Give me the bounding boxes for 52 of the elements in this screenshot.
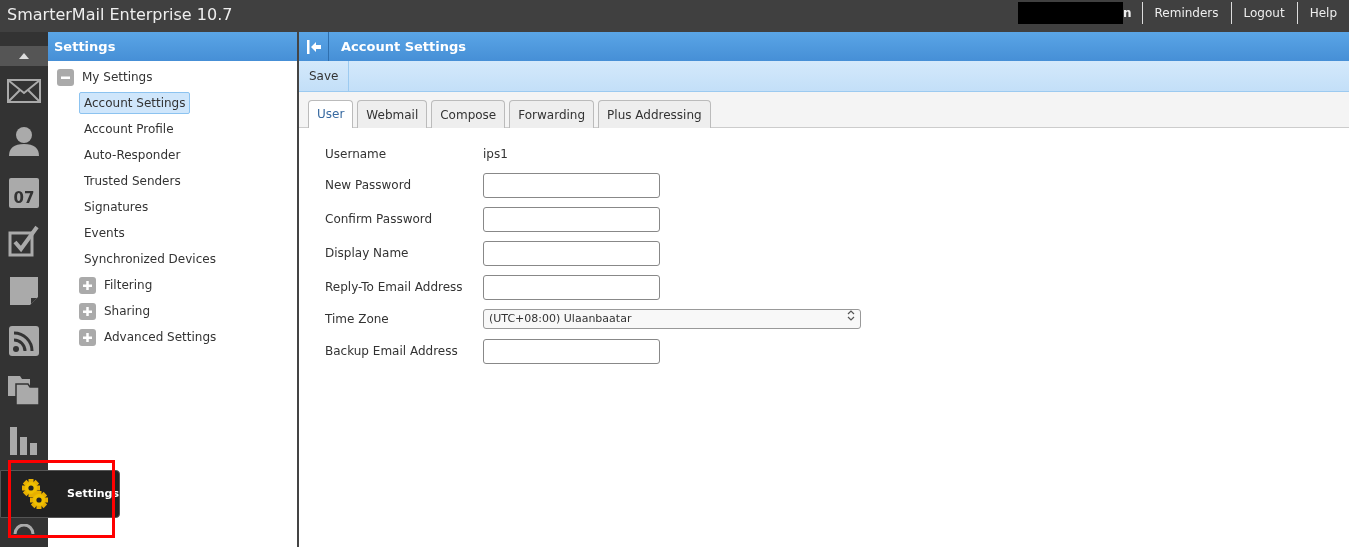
field-label: Backup Email Address: [325, 343, 459, 360]
save-button[interactable]: Save: [299, 61, 350, 91]
input-field[interactable]: [483, 206, 660, 232]
up-arrow-icon: [19, 53, 29, 59]
tree-item[interactable]: Trusted Senders: [79, 170, 186, 192]
time-zone-select[interactable]: (UTC+08:00) Ulaanbaatar: [483, 309, 861, 329]
field-label: Reply-To Email Address: [325, 279, 464, 296]
rss-icon[interactable]: [9, 326, 39, 356]
calendar-icon[interactable]: 07: [9, 178, 39, 208]
field-label: Username: [325, 146, 388, 163]
folders-icon[interactable]: [8, 376, 40, 406]
tree-item[interactable]: Account Profile: [79, 118, 179, 140]
input-field[interactable]: [483, 240, 660, 266]
select-arrows-icon: [847, 310, 855, 321]
tab[interactable]: Compose: [431, 100, 506, 128]
person-icon[interactable]: [7, 126, 41, 156]
collapse-arrow-icon: [306, 39, 321, 54]
calendar-day: 07: [13, 188, 35, 208]
user-name[interactable]: n: [1123, 4, 1142, 22]
tree-node[interactable]: My Settings: [82, 68, 153, 86]
panel-header: Settings: [48, 32, 297, 61]
field-label: Display Name: [325, 245, 410, 262]
field-label: New Password: [325, 177, 413, 194]
field-label: Time Zone: [325, 311, 390, 328]
field-label: Confirm Password: [325, 211, 434, 228]
input-field[interactable]: [483, 172, 660, 198]
tab[interactable]: Plus Addressing: [598, 100, 711, 128]
input-field[interactable]: [483, 274, 660, 300]
top-link[interactable]: Reminders: [1141, 2, 1231, 24]
tree-node[interactable]: Filtering: [104, 276, 153, 294]
gears-icon[interactable]: [22, 479, 49, 509]
scroll-up-button[interactable]: [0, 46, 48, 66]
top-link[interactable]: Help: [1296, 2, 1349, 24]
tree-item[interactable]: Signatures: [79, 196, 154, 218]
tab[interactable]: Webmail: [357, 100, 428, 128]
panel-title: Account Settings: [340, 37, 467, 56]
envelope-icon[interactable]: [7, 79, 41, 103]
tree-item[interactable]: Events: [79, 222, 130, 244]
tab[interactable]: User: [308, 100, 354, 128]
field-value: ips1: [483, 146, 508, 163]
input-field[interactable]: [483, 338, 660, 364]
tree-item[interactable]: Account Settings: [79, 92, 191, 114]
app-title: SmarterMail Enterprise 10.7: [6, 4, 234, 26]
tree-item[interactable]: Synchronized Devices: [79, 248, 221, 270]
tab[interactable]: Forwarding: [509, 100, 595, 128]
tree-node[interactable]: Sharing: [104, 302, 151, 320]
top-link[interactable]: Logout: [1230, 2, 1297, 24]
checkbox-icon[interactable]: [8, 225, 40, 257]
tree-item[interactable]: Auto-Responder: [79, 144, 186, 166]
bar-chart-icon[interactable]: [10, 427, 38, 455]
tree-node[interactable]: Advanced Settings: [104, 328, 217, 346]
note-icon[interactable]: [10, 277, 38, 305]
